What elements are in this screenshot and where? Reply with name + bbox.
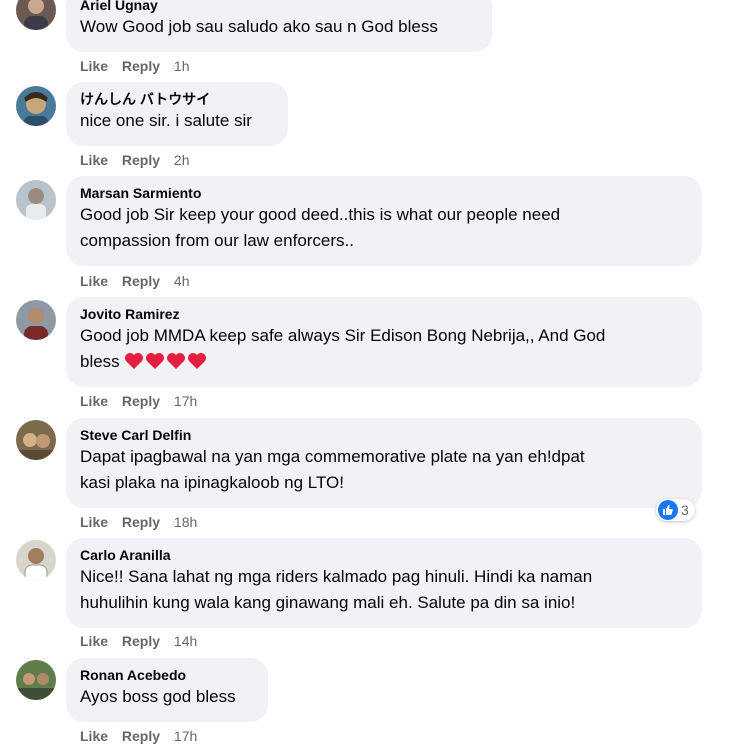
reply-button[interactable]: Reply	[122, 633, 160, 649]
like-button[interactable]: Like	[80, 393, 108, 409]
heart-icon	[145, 352, 166, 371]
comment-text: Dapat ipagbawal na yan mga commemorative…	[80, 447, 585, 466]
comment-bubble: Ronan Acebedo Ayos boss god bless	[66, 658, 268, 722]
avatar[interactable]	[16, 420, 56, 460]
comment-text-with-emoji: bless	[80, 349, 688, 375]
comment-author[interactable]: Jovito Ramirez	[80, 305, 688, 323]
reply-button[interactable]: Reply	[122, 58, 160, 74]
avatar[interactable]	[16, 86, 56, 126]
like-button[interactable]: Like	[80, 273, 108, 289]
comment-author[interactable]: Carlo Aranilla	[80, 546, 688, 564]
avatar[interactable]	[16, 0, 56, 30]
like-button[interactable]: Like	[80, 58, 108, 74]
comment-text: huhulihin kung wala kang ginawang mali e…	[80, 593, 576, 612]
reply-button[interactable]: Reply	[122, 273, 160, 289]
comment-time[interactable]: 17h	[174, 393, 197, 409]
like-button[interactable]: Like	[80, 152, 108, 168]
heart-icon	[124, 352, 145, 371]
heart-icon	[166, 352, 187, 371]
comment-text: Good job MMDA keep safe always Sir Ediso…	[80, 326, 606, 345]
comment-actions: Like Reply 17h	[80, 392, 207, 410]
reaction-count-label: 3	[681, 502, 689, 518]
comment-actions: Like Reply 2h	[80, 151, 200, 169]
comment-bubble: Jovito Ramirez Good job MMDA keep safe a…	[66, 297, 702, 387]
reply-button[interactable]: Reply	[122, 393, 160, 409]
reply-button[interactable]: Reply	[122, 514, 160, 530]
avatar[interactable]	[16, 540, 56, 580]
comment-actions: Like Reply 17h	[80, 727, 207, 745]
like-icon	[658, 500, 678, 520]
comment-actions: Like Reply 4h	[80, 272, 200, 290]
comment-time[interactable]: 14h	[174, 633, 197, 649]
comment-time[interactable]: 1h	[174, 58, 190, 74]
comment-author[interactable]: けんしん バトウサイ	[80, 90, 274, 108]
comment-time[interactable]: 4h	[174, 273, 190, 289]
comment-author[interactable]: Ariel Ugnay	[80, 0, 478, 14]
comment-author[interactable]: Ronan Acebedo	[80, 666, 254, 684]
reply-button[interactable]: Reply	[122, 152, 160, 168]
comment-author[interactable]: Marsan Sarmiento	[80, 184, 688, 202]
comment-bubble: Ariel Ugnay Wow Good job sau saludo ako …	[66, 0, 492, 52]
reply-button[interactable]: Reply	[122, 728, 160, 744]
like-button[interactable]: Like	[80, 514, 108, 530]
comment-text: nice one sir. i salute sir	[80, 111, 252, 130]
comment-author[interactable]: Steve Carl Delfin	[80, 426, 688, 444]
reaction-count[interactable]: 3	[656, 499, 695, 521]
comment-text: Wow Good job sau saludo ako sau n God bl…	[80, 17, 438, 36]
comment-time[interactable]: 18h	[174, 514, 197, 530]
avatar[interactable]	[16, 300, 56, 340]
comment-text: bless	[80, 352, 120, 371]
avatar[interactable]	[16, 180, 56, 220]
comment-bubble: Carlo Aranilla Nice!! Sana lahat ng mga …	[66, 538, 702, 628]
comment-text: Ayos boss god bless	[80, 687, 236, 706]
heart-icon	[187, 352, 208, 371]
comment-text: Nice!! Sana lahat ng mga riders kalmado …	[80, 567, 593, 586]
comment-actions: Like Reply 14h	[80, 632, 207, 650]
comment-time[interactable]: 2h	[174, 152, 190, 168]
comment-bubble: Steve Carl Delfin Dapat ipagbawal na yan…	[66, 418, 702, 508]
comment-bubble: けんしん バトウサイ nice one sir. i salute sir	[66, 82, 288, 146]
like-button[interactable]: Like	[80, 728, 108, 744]
avatar[interactable]	[16, 660, 56, 700]
comment-actions: Like Reply 18h	[80, 513, 207, 531]
comment-text: compassion from our law enforcers..	[80, 231, 354, 250]
comment-text: kasi plaka na ipinagkaloob ng LTO!	[80, 473, 344, 492]
like-button[interactable]: Like	[80, 633, 108, 649]
comment-actions: Like Reply 1h	[80, 57, 200, 75]
comment-text: Good job Sir keep your good deed..this i…	[80, 205, 561, 224]
comment-bubble: Marsan Sarmiento Good job Sir keep your …	[66, 176, 702, 266]
comments-section: Ariel Ugnay Wow Good job sau saludo ako …	[0, 0, 750, 746]
comment-time[interactable]: 17h	[174, 728, 197, 744]
